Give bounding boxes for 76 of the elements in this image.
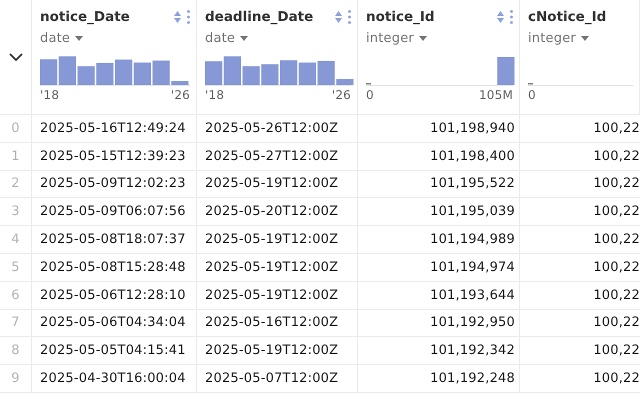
table-cell: 2025-05-16T12:00Z xyxy=(197,310,358,338)
table-cell: 101,192,248 xyxy=(358,365,520,393)
table-cell: 100,22 xyxy=(520,226,640,254)
table-cell: 101,194,989 xyxy=(358,226,520,254)
dropdown-caret-icon[interactable] xyxy=(240,36,248,40)
type-label[interactable]: date xyxy=(40,30,70,46)
sort-icon[interactable] xyxy=(497,11,504,23)
table-cell: 100,22 xyxy=(520,310,640,338)
table-cell: 2025-05-07T12:00Z xyxy=(197,365,358,393)
column-header[interactable]: notice_Date xyxy=(40,9,130,25)
row-index: 3 xyxy=(0,198,32,226)
table-cell: 100,22 xyxy=(520,365,640,393)
table-cell: 100,22 xyxy=(520,282,640,310)
row-index: 8 xyxy=(0,337,32,366)
table-cell: 100,22 xyxy=(520,115,640,143)
type-label[interactable]: integer xyxy=(366,30,414,46)
type-label[interactable]: integer xyxy=(528,30,576,46)
table-cell: 2025-05-08T15:28:48 xyxy=(32,254,197,282)
table-cell: 100,22 xyxy=(520,198,640,226)
table-cell: 101,192,342 xyxy=(358,337,520,366)
table-cell: 101,198,400 xyxy=(358,142,520,171)
table-cell: 101,194,974 xyxy=(358,254,520,282)
row-index: 4 xyxy=(0,226,32,254)
axis-label: '18 xyxy=(205,88,224,102)
table-cell: 2025-05-19T12:00Z xyxy=(197,254,358,282)
row-index: 6 xyxy=(0,282,32,310)
axis-label: '26 xyxy=(332,88,351,102)
kebab-menu-icon[interactable] xyxy=(510,10,513,24)
table-cell: 101,198,940 xyxy=(358,115,520,143)
table-cell: 2025-05-20T12:00Z xyxy=(197,198,358,226)
table-cell: 2025-05-06T04:34:04 xyxy=(32,310,197,338)
column-header[interactable]: deadline_Date xyxy=(205,9,314,25)
axis-label: 105M xyxy=(478,88,513,102)
dropdown-caret-icon[interactable] xyxy=(75,36,84,40)
table-cell: 100,22 xyxy=(520,337,640,366)
axis-label: 0 xyxy=(528,88,536,102)
axis-label: '18 xyxy=(40,88,60,102)
table-cell: 2025-05-27T12:00Z xyxy=(197,142,358,171)
dropdown-caret-icon[interactable] xyxy=(580,36,589,40)
table-cell: 2025-04-30T16:00:04 xyxy=(32,365,197,393)
row-index: 5 xyxy=(0,254,32,282)
table-cell: 100,22 xyxy=(520,142,640,171)
table-cell: 2025-05-16T12:49:24 xyxy=(32,115,197,143)
table-cell: 2025-05-09T06:07:56 xyxy=(32,198,197,226)
axis-label: 0 xyxy=(366,88,374,102)
row-index: 0 xyxy=(0,115,32,143)
table-cell: 2025-05-19T12:00Z xyxy=(197,226,358,254)
axis-label: '26 xyxy=(170,88,190,102)
column-header[interactable]: notice_Id xyxy=(366,9,435,25)
table-cell: 101,193,644 xyxy=(358,282,520,310)
table-cell: 2025-05-09T12:02:23 xyxy=(32,170,197,198)
table-cell: 2025-05-08T18:07:37 xyxy=(32,226,197,254)
column-header[interactable]: cNotice_Id xyxy=(528,9,606,25)
table-cell: 101,195,522 xyxy=(358,170,520,198)
row-index: 2 xyxy=(0,170,32,198)
table-cell: 2025-05-05T04:15:41 xyxy=(32,337,197,366)
row-index: 1 xyxy=(0,142,32,171)
table-cell: 2025-05-19T12:00Z xyxy=(197,337,358,366)
table-cell: 100,22 xyxy=(520,254,640,282)
table-cell: 2025-05-06T12:28:10 xyxy=(32,282,197,310)
sort-icon[interactable] xyxy=(174,11,181,23)
sort-icon[interactable] xyxy=(335,11,342,23)
table-cell: 101,192,950 xyxy=(358,310,520,338)
type-label[interactable]: date xyxy=(205,30,236,46)
table-cell: 100,22 xyxy=(520,170,640,198)
table-cell: 2025-05-15T12:39:23 xyxy=(32,142,197,171)
kebab-menu-icon[interactable] xyxy=(348,10,351,24)
kebab-menu-icon[interactable] xyxy=(187,10,190,24)
table-cell: 101,195,039 xyxy=(358,198,520,226)
row-index: 9 xyxy=(0,365,32,393)
table-cell: 2025-05-19T12:00Z xyxy=(197,282,358,310)
dropdown-caret-icon[interactable] xyxy=(418,36,427,40)
table-cell: 2025-05-19T12:00Z xyxy=(197,170,358,198)
row-index: 7 xyxy=(0,310,32,338)
table-cell: 2025-05-26T12:00Z xyxy=(197,115,358,143)
collapse-chevron-icon[interactable] xyxy=(8,52,22,62)
